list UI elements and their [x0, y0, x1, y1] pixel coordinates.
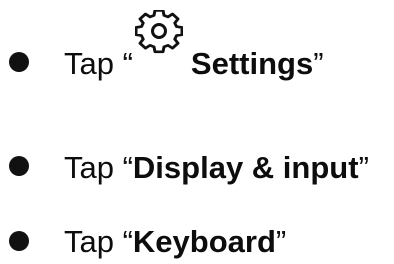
- instruction-prefix: Tap “: [64, 150, 133, 185]
- instruction-text: Tap “ Settings”: [64, 10, 324, 82]
- bullet-icon: [9, 156, 29, 176]
- bullet-icon: [9, 231, 29, 251]
- instruction-suffix: ”: [275, 224, 287, 259]
- instruction-prefix: Tap “: [64, 46, 133, 81]
- instruction-emphasis: Display & input: [132, 150, 359, 185]
- instruction-text: Tap “Display & input”: [64, 150, 369, 186]
- instruction-emphasis: Keyboard: [132, 224, 276, 259]
- instruction-suffix: ”: [358, 150, 369, 185]
- bullet-icon: [9, 52, 29, 72]
- instruction-step-settings: Tap “ Settings”: [0, 10, 394, 86]
- instruction-step-keyboard: Tap “Keyboard”: [0, 224, 394, 264]
- settings-gear-icon: [133, 10, 191, 82]
- instruction-suffix: ”: [313, 46, 324, 81]
- instruction-emphasis: Settings: [190, 46, 314, 81]
- instruction-step-display-input: Tap “Display & input”: [0, 150, 394, 190]
- instruction-prefix: Tap “: [64, 224, 133, 259]
- instruction-text: Tap “Keyboard”: [64, 224, 286, 260]
